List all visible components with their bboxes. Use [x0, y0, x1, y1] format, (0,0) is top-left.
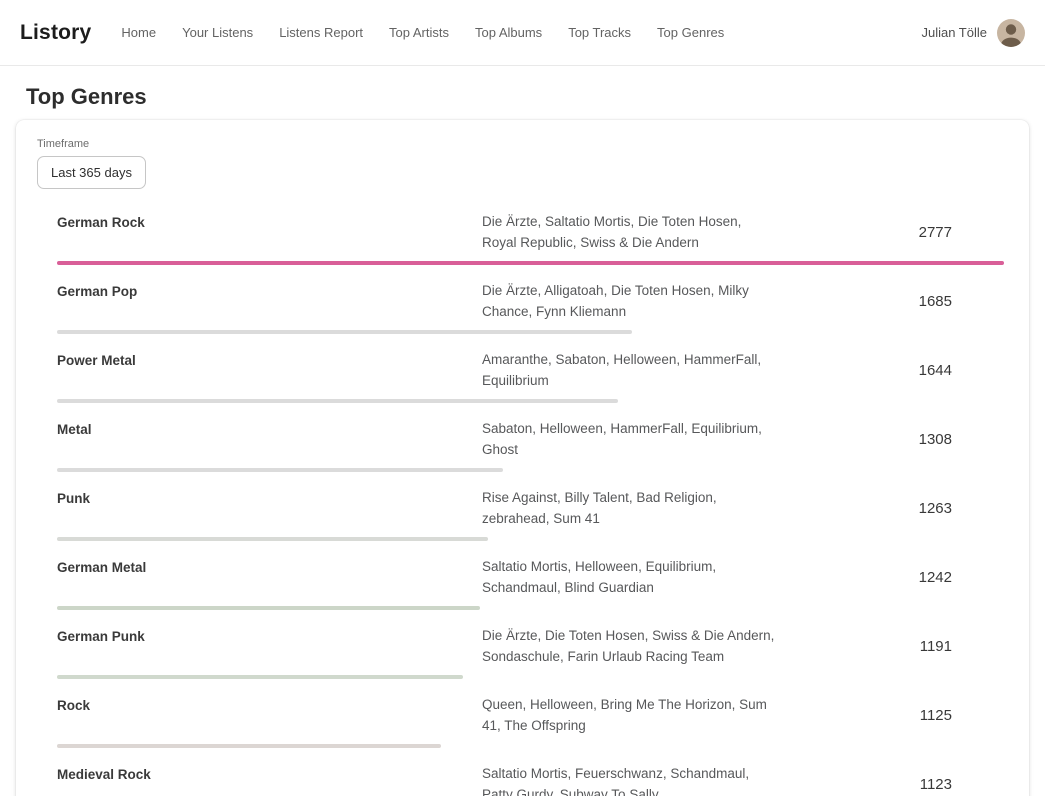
genre-row-grid: Medieval Rock Saltatio Mortis, Feuerschw…: [57, 763, 1004, 796]
genre-artists: Die Ärzte, Die Toten Hosen, Swiss & Die …: [482, 625, 777, 667]
genre-artists: Die Ärzte, Saltatio Mortis, Die Toten Ho…: [482, 211, 777, 253]
nav-link-your-listens[interactable]: Your Listens: [182, 25, 253, 40]
genre-bar: [57, 468, 503, 472]
timeframe-select[interactable]: Last 365 days: [37, 156, 146, 189]
genre-name: Metal: [57, 418, 482, 440]
genre-artists: Amaranthe, Sabaton, Helloween, HammerFal…: [482, 349, 777, 391]
genre-artists: Saltatio Mortis, Helloween, Equilibrium,…: [482, 556, 777, 598]
genre-artists: Die Ärzte, Alligatoah, Die Toten Hosen, …: [482, 280, 777, 322]
genre-row: Power Metal Amaranthe, Sabaton, Hellowee…: [57, 349, 1004, 403]
genre-row: German Pop Die Ärzte, Alligatoah, Die To…: [57, 280, 1004, 334]
genre-name: German Pop: [57, 280, 482, 302]
genre-artists: Rise Against, Billy Talent, Bad Religion…: [482, 487, 777, 529]
genre-row-grid: Punk Rise Against, Billy Talent, Bad Rel…: [57, 487, 1004, 529]
user-avatar[interactable]: [997, 19, 1025, 47]
genre-count: 1191: [777, 636, 1004, 657]
avatar-photo: [997, 19, 1025, 47]
genre-count: 1263: [777, 498, 1004, 519]
genre-row: German Punk Die Ärzte, Die Toten Hosen, …: [57, 625, 1004, 679]
main-nav: Home Your Listens Listens Report Top Artist…: [121, 25, 921, 40]
genre-row-grid: German Pop Die Ärzte, Alligatoah, Die To…: [57, 280, 1004, 322]
genre-artists: Sabaton, Helloween, HammerFall, Equilibr…: [482, 418, 777, 460]
page-title: Top Genres: [26, 84, 1045, 110]
genre-name: Power Metal: [57, 349, 482, 371]
user-name: Julian Tölle: [921, 25, 987, 40]
genre-row-grid: Rock Queen, Helloween, Bring Me The Hori…: [57, 694, 1004, 736]
genre-list: German Rock Die Ärzte, Saltatio Mortis, …: [37, 211, 1004, 796]
nav-link-top-artists[interactable]: Top Artists: [389, 25, 449, 40]
timeframe-label: Timeframe: [37, 138, 1004, 150]
genre-bar: [57, 606, 480, 610]
nav-link-top-albums[interactable]: Top Albums: [475, 25, 542, 40]
genre-row-grid: German Rock Die Ärzte, Saltatio Mortis, …: [57, 211, 1004, 253]
nav-link-home[interactable]: Home: [121, 25, 156, 40]
genre-count: 2777: [777, 222, 1004, 243]
brand-logo[interactable]: Listory: [20, 21, 91, 45]
genre-bar: [57, 330, 632, 334]
genre-count: 1308: [777, 429, 1004, 450]
genre-count: 1125: [777, 705, 1004, 726]
genre-row: Rock Queen, Helloween, Bring Me The Hori…: [57, 694, 1004, 748]
genre-count: 1123: [777, 774, 1004, 795]
genre-row-grid: Metal Sabaton, Helloween, HammerFall, Eq…: [57, 418, 1004, 460]
genre-bar: [57, 744, 441, 748]
user-box[interactable]: Julian Tölle: [921, 19, 1025, 47]
genre-name: Rock: [57, 694, 482, 716]
genre-name: German Rock: [57, 211, 482, 233]
genre-row: Metal Sabaton, Helloween, HammerFall, Eq…: [57, 418, 1004, 472]
genre-artists: Saltatio Mortis, Feuerschwanz, Schandmau…: [482, 763, 777, 796]
genre-row: Medieval Rock Saltatio Mortis, Feuerschw…: [57, 763, 1004, 796]
nav-link-listens-report[interactable]: Listens Report: [279, 25, 363, 40]
genre-row: Punk Rise Against, Billy Talent, Bad Rel…: [57, 487, 1004, 541]
top-navigation-bar: Listory Home Your Listens Listens Report To…: [0, 0, 1045, 66]
genre-row-grid: German Metal Saltatio Mortis, Helloween,…: [57, 556, 1004, 598]
genre-name: German Punk: [57, 625, 482, 647]
genre-bar: [57, 537, 488, 541]
genre-bar: [57, 399, 618, 403]
genre-count: 1644: [777, 360, 1004, 381]
genre-row: German Rock Die Ärzte, Saltatio Mortis, …: [57, 211, 1004, 265]
genre-bar: [57, 675, 463, 679]
genre-name: Punk: [57, 487, 482, 509]
genre-row-grid: German Punk Die Ärzte, Die Toten Hosen, …: [57, 625, 1004, 667]
top-genres-card: Timeframe Last 365 days German Rock Die …: [16, 120, 1029, 796]
nav-link-top-tracks[interactable]: Top Tracks: [568, 25, 631, 40]
genre-name: Medieval Rock: [57, 763, 482, 785]
genre-count: 1242: [777, 567, 1004, 588]
genre-row: German Metal Saltatio Mortis, Helloween,…: [57, 556, 1004, 610]
nav-link-top-genres[interactable]: Top Genres: [657, 25, 724, 40]
genre-count: 1685: [777, 291, 1004, 312]
genre-row-grid: Power Metal Amaranthe, Sabaton, Hellowee…: [57, 349, 1004, 391]
genre-artists: Queen, Helloween, Bring Me The Horizon, …: [482, 694, 777, 736]
genre-bar: [57, 261, 1004, 265]
genre-name: German Metal: [57, 556, 482, 578]
